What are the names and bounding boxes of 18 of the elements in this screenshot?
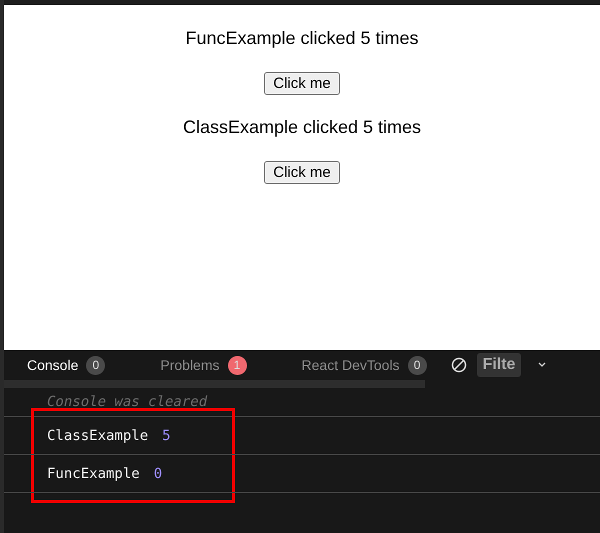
devtools-tab[interactable]: React DevTools 0 [302, 356, 427, 374]
console-value: 5 [162, 428, 171, 444]
counter-heading: FuncExample clicked 5 times [185, 28, 419, 50]
count-badge: 0 [408, 356, 427, 374]
console-message: ClassExample [47, 428, 148, 444]
devtools-tab[interactable]: Problems 1 [160, 356, 247, 374]
chevron-down-icon[interactable] [536, 361, 547, 369]
click-button[interactable]: Click me [264, 72, 340, 95]
console-value: 0 [154, 466, 162, 482]
filter-field[interactable]: Filte [476, 353, 521, 377]
devtools-tab[interactable]: Console 0 [27, 356, 106, 374]
count-badge: 1 [228, 356, 247, 374]
counter-heading: ClassExample clicked 5 times [182, 117, 422, 139]
console-message: FuncExample [47, 466, 140, 482]
clear-console-icon[interactable] [450, 357, 467, 373]
count-badge: 0 [86, 356, 106, 374]
click-button[interactable]: Click me [264, 161, 340, 184]
console-message: Console was cleared [47, 394, 208, 410]
